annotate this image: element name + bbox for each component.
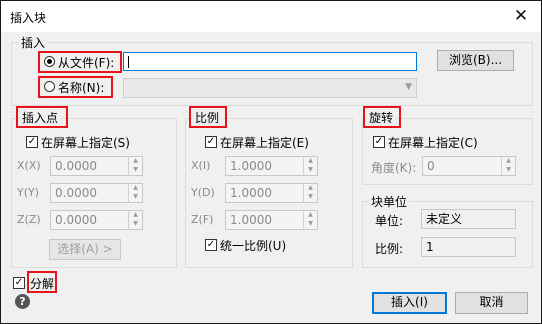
scale-y-spinner[interactable]: ▲ ▼ bbox=[303, 183, 317, 203]
insertion-point-specify-label[interactable]: 在屏幕上指定(S) bbox=[41, 134, 130, 151]
insertion-y-spinner[interactable]: ▲ ▼ bbox=[128, 183, 142, 203]
insertion-z-spinner[interactable]: ▲ ▼ bbox=[128, 210, 142, 230]
scale-x-label: X(I) bbox=[191, 159, 211, 172]
insertion-point-specify-checkbox[interactable]: ✓ bbox=[26, 136, 38, 148]
rotation-angle-spinner[interactable]: ▲ ▼ bbox=[501, 156, 515, 176]
factor-field: 1 bbox=[421, 237, 516, 257]
insertion-point-label: 插入点 bbox=[20, 109, 61, 126]
uniform-scale-checkbox[interactable]: ✓ bbox=[205, 239, 217, 251]
insertion-x-spinner[interactable]: ▲ ▼ bbox=[128, 156, 142, 176]
help-icon[interactable]: ? bbox=[15, 294, 30, 309]
insert-block-dialog: 插入块 ✕ 插入 从文件(F): 浏览(B)... 名称(N): ▼ 插入点 ✓… bbox=[0, 0, 542, 324]
browse-button[interactable]: 浏览(B)... bbox=[437, 50, 514, 71]
uniform-scale-label[interactable]: 统一比例(U) bbox=[220, 237, 286, 254]
select-point-button[interactable]: 选择(A) > bbox=[49, 239, 121, 260]
insertion-y-label: Y(Y) bbox=[17, 186, 40, 199]
factor-label: 比例: bbox=[375, 242, 404, 256]
name-label[interactable]: 名称(N): bbox=[58, 79, 104, 96]
close-icon[interactable]: ✕ bbox=[507, 4, 535, 29]
insert-button[interactable]: 插入(I) bbox=[372, 292, 447, 314]
name-radio[interactable] bbox=[44, 81, 55, 92]
rotation-angle-label: 角度(K): bbox=[371, 161, 417, 175]
insertion-z-label: Z(Z) bbox=[17, 213, 41, 226]
block-unit-label: 块单位 bbox=[369, 193, 410, 210]
chevron-down-icon[interactable]: ▼ bbox=[405, 82, 412, 92]
cancel-button[interactable]: 取消 bbox=[455, 292, 528, 314]
rotation-label: 旋转 bbox=[367, 109, 396, 126]
scale-x-spinner[interactable]: ▲ ▼ bbox=[303, 156, 317, 176]
rotation-specify-label[interactable]: 在屏幕上指定(C) bbox=[388, 134, 478, 151]
scale-specify-label[interactable]: 在屏幕上指定(E) bbox=[220, 134, 309, 151]
scale-y-label: Y(D) bbox=[191, 186, 215, 199]
scale-specify-checkbox[interactable]: ✓ bbox=[205, 136, 217, 148]
dialog-title: 插入块 bbox=[10, 11, 47, 25]
name-combo[interactable]: ▼ bbox=[123, 78, 417, 98]
from-file-radio[interactable] bbox=[44, 56, 55, 67]
scale-z-label: Z(F) bbox=[191, 213, 214, 226]
rotation-specify-checkbox[interactable]: ✓ bbox=[373, 136, 385, 148]
insertion-x-label: X(X) bbox=[17, 159, 41, 172]
unit-field: 未定义 bbox=[421, 209, 516, 229]
scale-label: 比例 bbox=[193, 109, 222, 126]
insert-source-group-label: 插入 bbox=[19, 34, 48, 51]
from-file-input[interactable] bbox=[123, 52, 417, 71]
text-caret bbox=[128, 56, 129, 68]
explode-checkbox[interactable]: ✓ bbox=[13, 277, 25, 289]
explode-label[interactable]: 分解 bbox=[30, 275, 54, 292]
unit-label: 单位: bbox=[375, 214, 404, 228]
title-bar: 插入块 ✕ bbox=[1, 1, 541, 32]
scale-z-spinner[interactable]: ▲ ▼ bbox=[303, 210, 317, 230]
from-file-label[interactable]: 从文件(F): bbox=[58, 54, 114, 71]
